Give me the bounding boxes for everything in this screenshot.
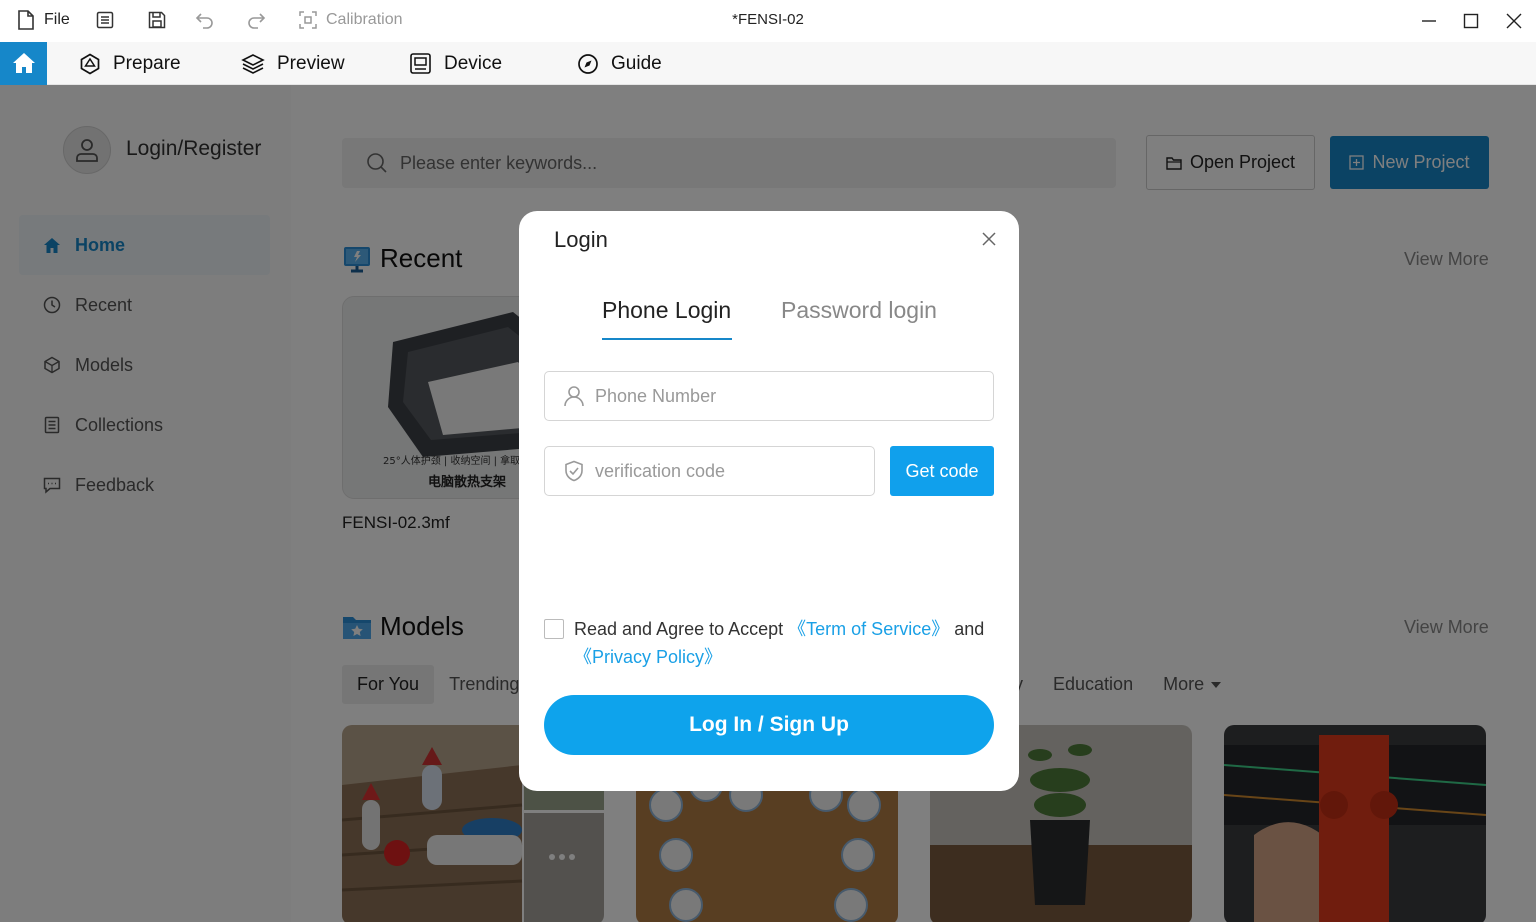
login-signup-button[interactable]: Log In / Sign Up <box>544 695 994 755</box>
login-dialog: Login Phone Login Password login Phone N… <box>519 211 1019 791</box>
agreement-row: Read and Agree to Accept 《Term of Servic… <box>544 615 994 671</box>
tab-device-label: Device <box>444 52 503 74</box>
active-tab-indicator <box>602 338 732 340</box>
redo-icon[interactable] <box>246 10 266 30</box>
phone-number-placeholder: Phone Number <box>595 385 717 406</box>
close-window-icon[interactable] <box>1501 8 1527 34</box>
get-code-button[interactable]: Get code <box>890 446 994 496</box>
tab-guide-label: Guide <box>611 52 662 74</box>
tab-prepare-label: Prepare <box>113 52 181 74</box>
title-bar: File Calibration *FENSI-02 <box>0 0 1536 42</box>
calibration-label: Calibration <box>326 11 403 28</box>
home-icon <box>12 53 35 73</box>
agree-checkbox[interactable] <box>544 619 564 639</box>
notes-icon[interactable] <box>95 10 115 30</box>
window-title: *FENSI-02 <box>732 11 804 28</box>
undo-icon[interactable] <box>195 10 215 30</box>
main-tab-bar: Prepare Preview Device Guide <box>0 41 1536 85</box>
privacy-policy-link[interactable]: 《Privacy Policy》 <box>574 647 722 667</box>
agreement-text: Read and Agree to Accept 《Term of Servic… <box>544 615 994 671</box>
minimize-icon[interactable] <box>1416 8 1442 34</box>
file-icon <box>16 10 36 30</box>
save-icon[interactable] <box>147 10 167 30</box>
terms-of-service-link[interactable]: 《Term of Service》 <box>788 619 949 639</box>
calibration-menu[interactable]: Calibration <box>298 10 402 30</box>
phone-number-field[interactable]: Phone Number <box>544 371 994 421</box>
verification-code-placeholder: verification code <box>595 460 726 481</box>
tab-preview[interactable]: Preview <box>241 42 345 85</box>
tab-preview-label: Preview <box>277 52 345 74</box>
calibration-icon <box>298 10 318 30</box>
close-icon[interactable] <box>979 229 999 249</box>
home-tab[interactable] <box>0 41 47 85</box>
prepare-icon <box>80 53 100 74</box>
layers-icon <box>241 53 265 74</box>
verification-code-field[interactable]: verification code <box>544 446 875 496</box>
file-menu-label: File <box>44 11 70 28</box>
compass-icon <box>578 53 598 74</box>
tab-device[interactable]: Device <box>409 42 502 85</box>
tab-guide[interactable]: Guide <box>577 42 662 85</box>
agree-prefix: Read and Agree to Accept <box>574 619 784 639</box>
tab-password-login[interactable]: Password login <box>781 297 937 324</box>
agree-and: and <box>954 619 985 639</box>
maximize-icon[interactable] <box>1458 8 1484 34</box>
dialog-title: Login <box>554 227 608 252</box>
device-icon <box>410 53 431 74</box>
tab-prepare[interactable]: Prepare <box>79 42 181 85</box>
user-icon <box>564 386 584 407</box>
file-menu[interactable]: File <box>16 10 70 30</box>
tab-phone-login[interactable]: Phone Login <box>602 297 731 324</box>
shield-check-icon <box>565 460 583 482</box>
